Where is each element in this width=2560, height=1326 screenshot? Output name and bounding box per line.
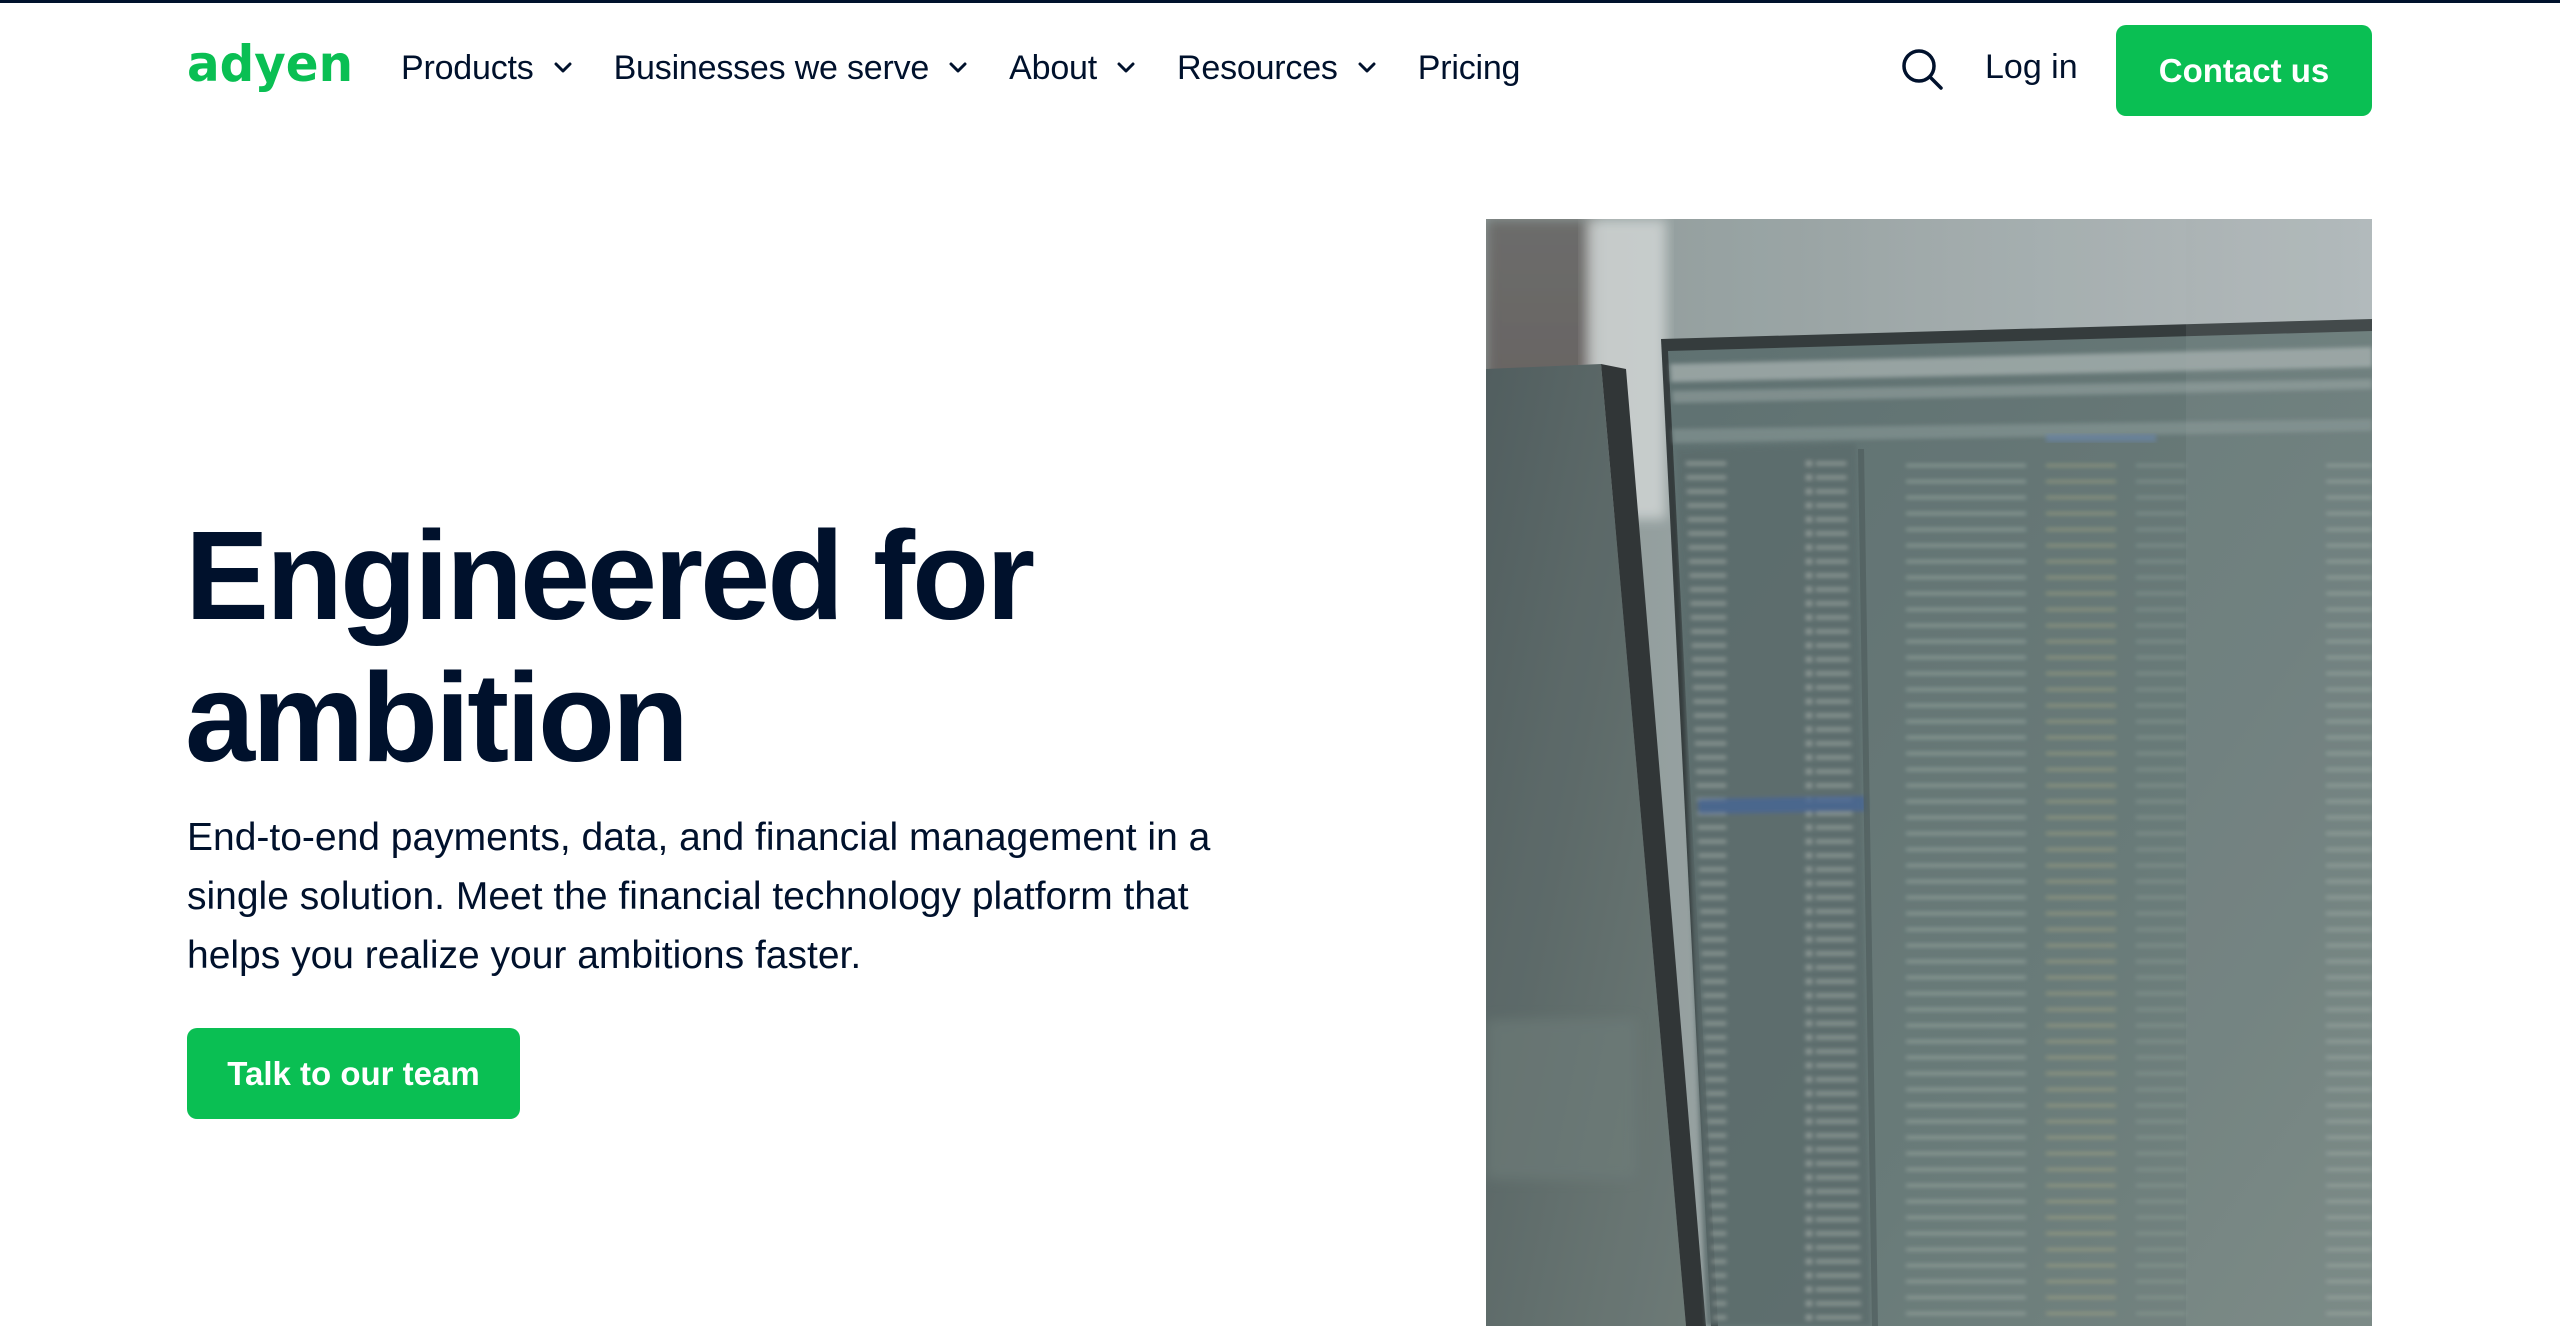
nav-item-products[interactable]: Products — [401, 49, 572, 88]
chevron-down-icon — [949, 62, 967, 74]
hero-subtitle: End-to-end payments, data, and financial… — [187, 816, 1211, 977]
hero-title-line-2: ambition — [185, 647, 689, 788]
nav-item-resources[interactable]: Resources — [1177, 49, 1376, 88]
hero-image-monitor-code — [1486, 219, 2372, 1326]
hero-title: Engineered for ambition — [185, 505, 1285, 789]
nav-item-about[interactable]: About — [1009, 49, 1135, 88]
adyen-logo[interactable]: adyen — [187, 39, 355, 97]
nav-item-label: Products — [401, 48, 534, 87]
login-link[interactable]: Log in — [1985, 48, 2078, 87]
chevron-down-icon — [1358, 62, 1376, 74]
nav-item-label: About — [1009, 48, 1098, 87]
chevron-down-icon — [554, 62, 572, 74]
contact-us-button[interactable]: Contact us — [2116, 25, 2372, 116]
nav-item-label: Resources — [1177, 48, 1338, 87]
site-header: adyen Products Businesses we serve About… — [0, 3, 2560, 131]
nav-item-label: Pricing — [1417, 48, 1521, 87]
nav-item-label: Businesses we serve — [613, 48, 930, 87]
main-nav: Products Businesses we serve About Resou… — [401, 43, 1520, 93]
svg-text:adyen: adyen — [187, 39, 353, 93]
hero-title-line-1: Engineered for — [185, 505, 1035, 646]
talk-to-team-button[interactable]: Talk to our team — [187, 1028, 520, 1119]
nav-item-businesses[interactable]: Businesses we serve — [614, 49, 968, 88]
nav-item-pricing[interactable]: Pricing — [1418, 49, 1521, 88]
search-icon[interactable] — [1900, 47, 1944, 91]
chevron-down-icon — [1117, 62, 1135, 74]
